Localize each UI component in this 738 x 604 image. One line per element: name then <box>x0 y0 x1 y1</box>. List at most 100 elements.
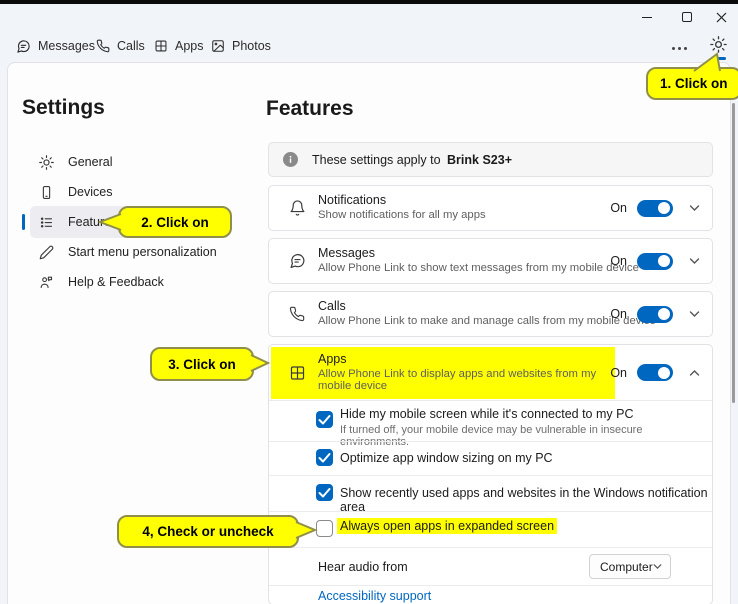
messages-icon <box>16 39 31 54</box>
notifications-toggle[interactable] <box>637 200 673 217</box>
sidebar-item-help-feedback[interactable]: Help & Feedback <box>30 266 226 298</box>
info-text: These settings apply to Brink S23+ <box>312 153 512 167</box>
callout-2-tail <box>96 211 124 233</box>
gear-icon <box>39 155 54 170</box>
sidebar-item-label: Devices <box>68 185 112 199</box>
tab-apps[interactable]: Apps <box>154 35 204 57</box>
divider <box>269 585 712 586</box>
callout-3-tail <box>248 352 272 374</box>
info-icon <box>283 152 298 167</box>
tab-label: Photos <box>232 39 271 53</box>
page-title: Features <box>266 97 354 121</box>
phone-device-icon <box>39 185 54 200</box>
dropdown-value: Computer <box>600 560 653 574</box>
chevron-down-icon[interactable] <box>689 310 700 318</box>
selected-item-indicator <box>22 214 25 230</box>
tab-photos[interactable]: Photos <box>211 35 271 57</box>
bell-icon <box>289 200 306 217</box>
option-label: Always open apps in expanded screen <box>337 519 557 533</box>
divider <box>269 547 712 548</box>
option-label: Show recently used apps and websites in … <box>340 486 712 514</box>
option-label: Hide my mobile screen while it's connect… <box>340 407 633 421</box>
row-title: Calls <box>318 299 656 313</box>
hear-audio-label: Hear audio from <box>318 560 408 574</box>
divider <box>269 400 712 401</box>
setting-row-messages[interactable]: Messages Allow Phone Link to show text m… <box>268 238 713 284</box>
check-icon <box>316 411 333 428</box>
divider <box>269 441 712 442</box>
toggle-state-label: On <box>610 201 627 215</box>
callout-2: 2. Click on <box>118 206 232 238</box>
callout-1-tail <box>688 48 722 72</box>
row-subtitle: Allow Phone Link to show text messages f… <box>318 262 639 274</box>
device-name: Brink S23+ <box>447 153 512 167</box>
callout-4: 4, Check or uncheck <box>117 515 299 548</box>
tab-label: Apps <box>175 39 204 53</box>
sidebar-item-start-menu-personalization[interactable]: Start menu personalization <box>30 236 226 268</box>
chevron-down-icon[interactable] <box>689 257 700 265</box>
tab-messages[interactable]: Messages <box>16 35 95 57</box>
setting-group-apps: Apps Allow Phone Link to display apps an… <box>268 344 713 604</box>
phone-link-window: Messages Calls Apps Photos Settings Gene… <box>0 0 738 604</box>
apps-icon <box>154 39 168 53</box>
calls-icon <box>96 39 110 53</box>
checkbox-checked[interactable] <box>316 449 333 466</box>
help-feedback-icon <box>39 275 54 290</box>
minimize-button[interactable] <box>636 8 658 26</box>
callout-3: 3. Click on <box>150 347 254 381</box>
row-title: Apps <box>318 352 613 366</box>
row-title: Notifications <box>318 193 486 207</box>
checkbox-checked[interactable] <box>316 411 333 428</box>
row-subtitle: Show notifications for all my apps <box>318 209 486 221</box>
row-subtitle: Allow Phone Link to make and manage call… <box>318 315 656 327</box>
chevron-down-icon[interactable] <box>689 204 700 212</box>
calls-icon <box>289 306 305 322</box>
sidebar-item-label: Help & Feedback <box>68 275 164 289</box>
accessibility-support-link[interactable]: Accessibility support <box>318 589 431 603</box>
setting-row-calls[interactable]: Calls Allow Phone Link to make and manag… <box>268 291 713 337</box>
maximize-icon <box>682 12 692 22</box>
tab-label: Calls <box>117 39 145 53</box>
features-list-icon <box>39 215 54 230</box>
settings-page-title: Settings <box>22 96 105 120</box>
divider <box>269 475 712 476</box>
tab-calls[interactable]: Calls <box>96 35 145 57</box>
calls-toggle[interactable] <box>637 306 673 323</box>
photos-icon <box>211 39 225 53</box>
row-title: Messages <box>318 246 639 260</box>
sidebar-item-label: Start menu personalization <box>68 245 217 259</box>
divider <box>269 511 712 512</box>
checkbox-checked[interactable] <box>316 484 333 501</box>
minimize-icon <box>642 17 652 18</box>
sidebar-item-devices[interactable]: Devices <box>30 176 226 208</box>
toggle-state-label: On <box>610 307 627 321</box>
apps-toggle[interactable] <box>637 364 673 381</box>
sidebar-item-label: General <box>68 155 112 169</box>
scrollbar-thumb[interactable] <box>732 103 735 403</box>
more-options-button[interactable] <box>672 40 687 56</box>
info-banner: These settings apply to Brink S23+ <box>268 142 713 177</box>
setting-row-apps[interactable]: Apps Allow Phone Link to display apps an… <box>269 345 712 400</box>
more-icon <box>672 47 675 50</box>
window-top-edge <box>0 0 738 4</box>
close-icon <box>716 12 727 23</box>
maximize-button[interactable] <box>676 8 698 26</box>
pencil-icon <box>39 245 54 260</box>
option-label: Optimize app window sizing on my PC <box>340 451 553 465</box>
option-sublabel: If turned off, your mobile device may be… <box>340 424 712 448</box>
apps-icon <box>289 364 306 381</box>
messages-toggle[interactable] <box>637 253 673 270</box>
toggle-state-label: On <box>610 366 627 380</box>
setting-row-notifications[interactable]: Notifications Show notifications for all… <box>268 185 713 231</box>
chevron-up-icon[interactable] <box>689 369 700 377</box>
check-icon <box>316 449 333 466</box>
messages-icon <box>289 253 306 270</box>
row-subtitle: Allow Phone Link to display apps and web… <box>318 368 613 392</box>
close-button[interactable] <box>710 8 732 26</box>
chevron-down-icon <box>653 563 662 570</box>
toggle-state-label: On <box>610 254 627 268</box>
check-icon <box>316 484 333 501</box>
sidebar-item-general[interactable]: General <box>30 146 226 178</box>
audio-source-dropdown[interactable]: Computer <box>589 554 671 579</box>
tab-label: Messages <box>38 39 95 53</box>
